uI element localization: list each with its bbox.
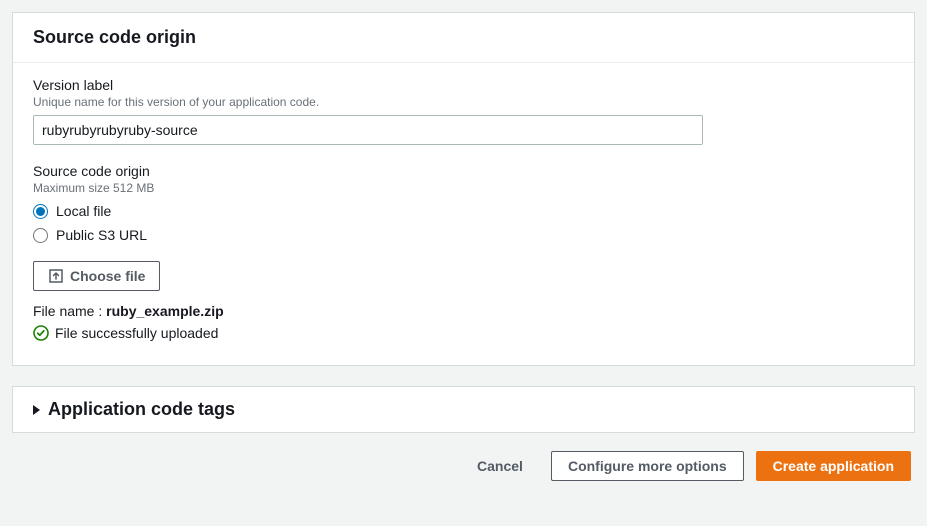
caret-right-icon xyxy=(33,405,40,415)
version-label-input[interactable] xyxy=(33,115,703,145)
upload-status-row: File successfully uploaded xyxy=(33,325,894,341)
origin-label: Source code origin xyxy=(33,163,894,179)
panel-body: Version label Unique name for this versi… xyxy=(13,63,914,365)
success-check-icon xyxy=(33,325,49,341)
radio-local-file-input[interactable] xyxy=(33,204,48,219)
radio-local-file[interactable]: Local file xyxy=(33,203,894,219)
configure-more-options-label: Configure more options xyxy=(568,458,727,474)
version-label-help: Unique name for this version of your app… xyxy=(33,95,894,109)
application-code-tags-title: Application code tags xyxy=(48,399,235,420)
create-application-button[interactable]: Create application xyxy=(756,451,911,481)
origin-help: Maximum size 512 MB xyxy=(33,181,894,195)
source-code-origin-panel: Source code origin Version label Unique … xyxy=(12,12,915,366)
panel-title: Source code origin xyxy=(33,27,894,48)
choose-file-button[interactable]: Choose file xyxy=(33,261,160,291)
version-label-field: Version label Unique name for this versi… xyxy=(33,77,894,145)
footer-actions: Cancel Configure more options Create app… xyxy=(12,451,915,481)
radio-public-s3[interactable]: Public S3 URL xyxy=(33,227,894,243)
choose-file-label: Choose file xyxy=(70,268,145,284)
upload-status-text: File successfully uploaded xyxy=(55,325,218,341)
application-code-tags-panel: Application code tags xyxy=(12,386,915,433)
upload-icon xyxy=(48,268,64,284)
version-label-text: Version label xyxy=(33,77,894,93)
radio-public-s3-label: Public S3 URL xyxy=(56,227,147,243)
cancel-button-label: Cancel xyxy=(477,458,523,474)
origin-field: Source code origin Maximum size 512 MB L… xyxy=(33,163,894,243)
radio-public-s3-input[interactable] xyxy=(33,228,48,243)
configure-more-options-button[interactable]: Configure more options xyxy=(551,451,744,481)
cancel-button[interactable]: Cancel xyxy=(461,452,539,480)
application-code-tags-toggle[interactable]: Application code tags xyxy=(33,399,894,420)
file-name-line: File name : ruby_example.zip xyxy=(33,303,894,319)
file-name-value: ruby_example.zip xyxy=(106,303,224,319)
file-name-prefix: File name : xyxy=(33,303,106,319)
create-application-label: Create application xyxy=(773,458,894,474)
radio-local-file-label: Local file xyxy=(56,203,111,219)
panel-header: Source code origin xyxy=(13,13,914,63)
choose-file-row: Choose file xyxy=(33,261,894,291)
